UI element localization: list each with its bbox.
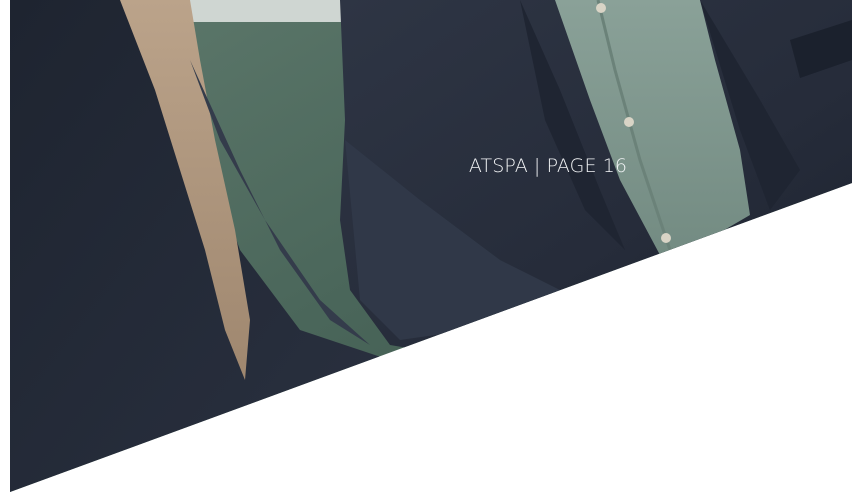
page-number-label: ATSPA | PAGE 16 bbox=[468, 155, 628, 177]
document-page: ATSPA | PAGE 16 bbox=[0, 0, 852, 502]
photo-content bbox=[10, 0, 852, 492]
cover-photo bbox=[10, 0, 852, 492]
